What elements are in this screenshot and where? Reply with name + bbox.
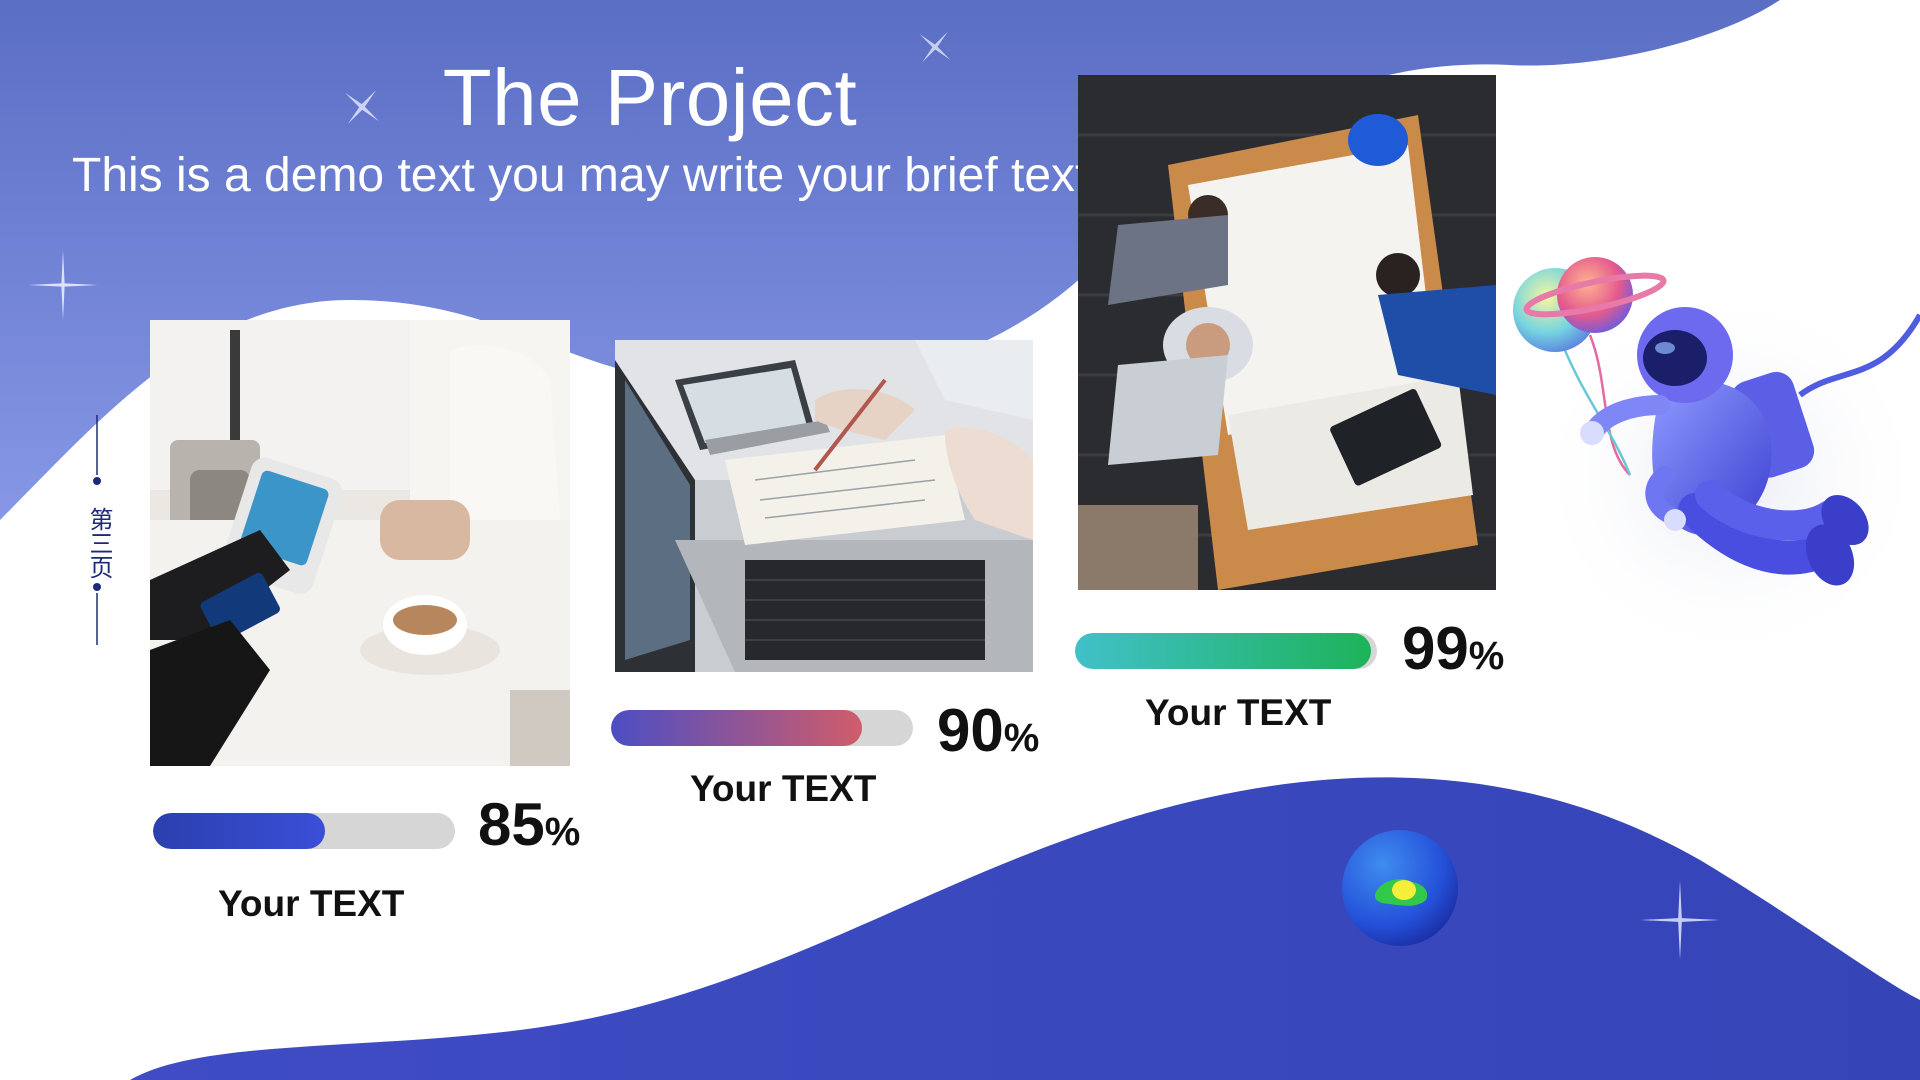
progress-bar-3-fill bbox=[1075, 633, 1371, 669]
laptop-writing-photo bbox=[615, 340, 1033, 672]
percent-value-3: 99% bbox=[1402, 615, 1505, 682]
progress-bar-1-fill bbox=[153, 813, 326, 849]
progress-bar-1 bbox=[153, 813, 455, 849]
page-title: The Project bbox=[442, 53, 858, 142]
progress-bar-3 bbox=[1075, 633, 1377, 669]
percent-value-2: 90% bbox=[937, 697, 1040, 764]
caption-1: Your TEXT bbox=[218, 883, 405, 924]
progress-bar-2 bbox=[611, 710, 913, 746]
sparkle-icon bbox=[919, 31, 951, 63]
globe-illustration bbox=[1342, 830, 1458, 946]
sparkle-icon bbox=[1640, 880, 1720, 960]
page-tag: 第三页 bbox=[82, 415, 114, 645]
page-tag-label: 第三页 bbox=[85, 507, 113, 579]
caption-2: Your TEXT bbox=[690, 768, 877, 809]
coffee-payment-photo bbox=[150, 320, 570, 766]
astronaut-illustration bbox=[1513, 257, 1920, 665]
sparkle-icon bbox=[345, 90, 379, 124]
page-subtitle: This is a demo text you may write your b… bbox=[72, 149, 1198, 202]
sparkle-icon bbox=[28, 250, 98, 320]
caption-3: Your TEXT bbox=[1145, 692, 1332, 733]
percent-value-1: 85% bbox=[478, 791, 581, 858]
team-meeting-photo bbox=[1078, 75, 1496, 590]
progress-bar-2-fill bbox=[611, 710, 862, 746]
